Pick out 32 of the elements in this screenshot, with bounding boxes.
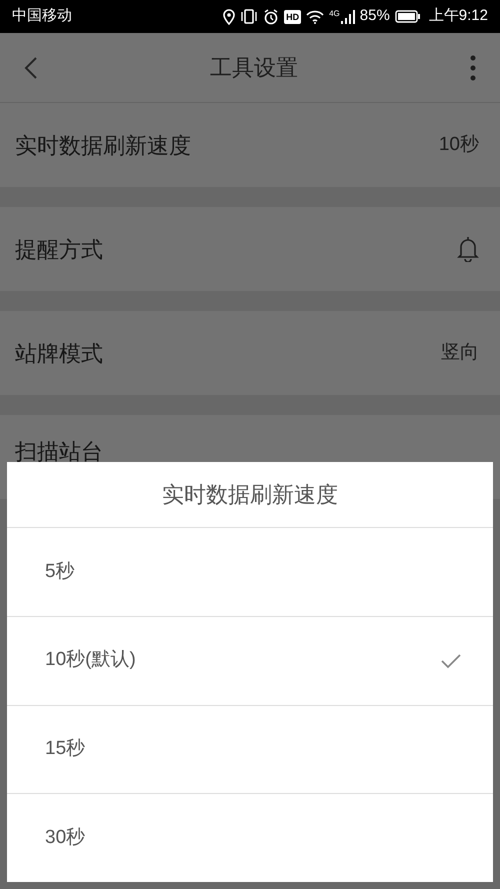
- setting-row[interactable]: 提醒方式: [0, 207, 500, 291]
- signal-icon: [340, 10, 355, 24]
- wifi-icon: [306, 10, 324, 24]
- setting-label: 提醒方式: [15, 236, 103, 264]
- option-label: 15秒: [45, 737, 86, 762]
- vibrate-icon: [240, 9, 258, 24]
- network-type: 4G: [329, 8, 340, 20]
- battery-icon: [394, 10, 421, 23]
- option-row[interactable]: 10秒(默认): [7, 616, 493, 706]
- option-row[interactable]: 30秒: [7, 794, 493, 882]
- setting-row[interactable]: 实时数据刷新速度 10秒: [0, 103, 500, 187]
- option-label: 5秒: [45, 560, 75, 584]
- setting-value: 竖向: [441, 340, 480, 365]
- carrier-name: 中国移动: [12, 6, 72, 26]
- option-label: 10秒(默认): [45, 648, 136, 672]
- bell-icon: [457, 236, 479, 262]
- option-label: 30秒: [45, 826, 86, 850]
- more-icon[interactable]: [470, 54, 476, 80]
- clock-time: 上午9:12: [428, 6, 488, 26]
- setting-label: 实时数据刷新速度: [15, 132, 191, 160]
- hd-badge: HD: [284, 10, 302, 24]
- alarm-icon: [263, 8, 280, 24]
- option-row[interactable]: 5秒: [7, 528, 493, 617]
- setting-value: 10秒: [438, 132, 480, 157]
- location-icon: [223, 8, 236, 24]
- battery-percent: 85%: [360, 6, 390, 26]
- setting-row[interactable]: 站牌模式 竖向: [0, 311, 500, 395]
- back-icon[interactable]: [24, 56, 38, 80]
- setting-label: 站牌模式: [15, 340, 103, 368]
- dialog-title: 实时数据刷新速度: [7, 462, 493, 528]
- page-title: 工具设置: [210, 54, 298, 82]
- option-row[interactable]: 15秒: [7, 706, 493, 794]
